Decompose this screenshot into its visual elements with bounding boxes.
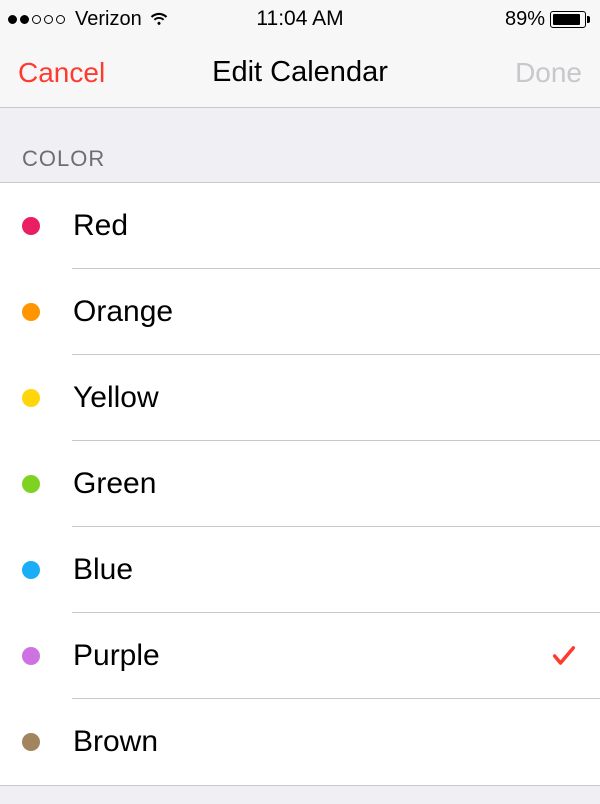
signal-strength-icon (8, 15, 65, 24)
color-swatch-icon (22, 217, 40, 235)
color-row-purple[interactable]: Purple (0, 613, 600, 699)
color-row-red[interactable]: Red (0, 183, 600, 269)
color-swatch-icon (22, 475, 40, 493)
color-row-blue[interactable]: Blue (0, 527, 600, 613)
color-label: Yellow (73, 381, 578, 415)
battery-percent: 89% (505, 8, 545, 31)
color-label: Purple (73, 639, 550, 673)
cancel-button[interactable]: Cancel (18, 57, 105, 89)
page-title: Edit Calendar (212, 56, 388, 89)
nav-bar: Cancel Edit Calendar Done (0, 38, 600, 108)
status-right: 89% (505, 8, 590, 31)
battery-icon (550, 11, 590, 28)
status-bar: Verizon 11:04 AM 89% (0, 0, 600, 38)
checkmark-icon (550, 642, 578, 670)
color-row-brown[interactable]: Brown (0, 699, 600, 785)
color-row-orange[interactable]: Orange (0, 269, 600, 355)
color-label: Brown (73, 725, 578, 759)
color-label: Blue (73, 553, 578, 587)
color-label: Red (73, 209, 578, 243)
carrier-label: Verizon (75, 8, 142, 31)
wifi-icon (148, 8, 170, 30)
color-label: Green (73, 467, 578, 501)
color-swatch-icon (22, 647, 40, 665)
color-swatch-icon (22, 733, 40, 751)
color-row-yellow[interactable]: Yellow (0, 355, 600, 441)
color-swatch-icon (22, 389, 40, 407)
section-header-color: COLOR (0, 108, 600, 182)
done-button[interactable]: Done (515, 57, 582, 89)
status-time: 11:04 AM (256, 7, 343, 31)
status-left: Verizon (8, 8, 170, 31)
color-list: Red Orange Yellow Green Blue Purple Brown (0, 182, 600, 786)
color-swatch-icon (22, 561, 40, 579)
color-row-green[interactable]: Green (0, 441, 600, 527)
color-swatch-icon (22, 303, 40, 321)
color-label: Orange (73, 295, 578, 329)
